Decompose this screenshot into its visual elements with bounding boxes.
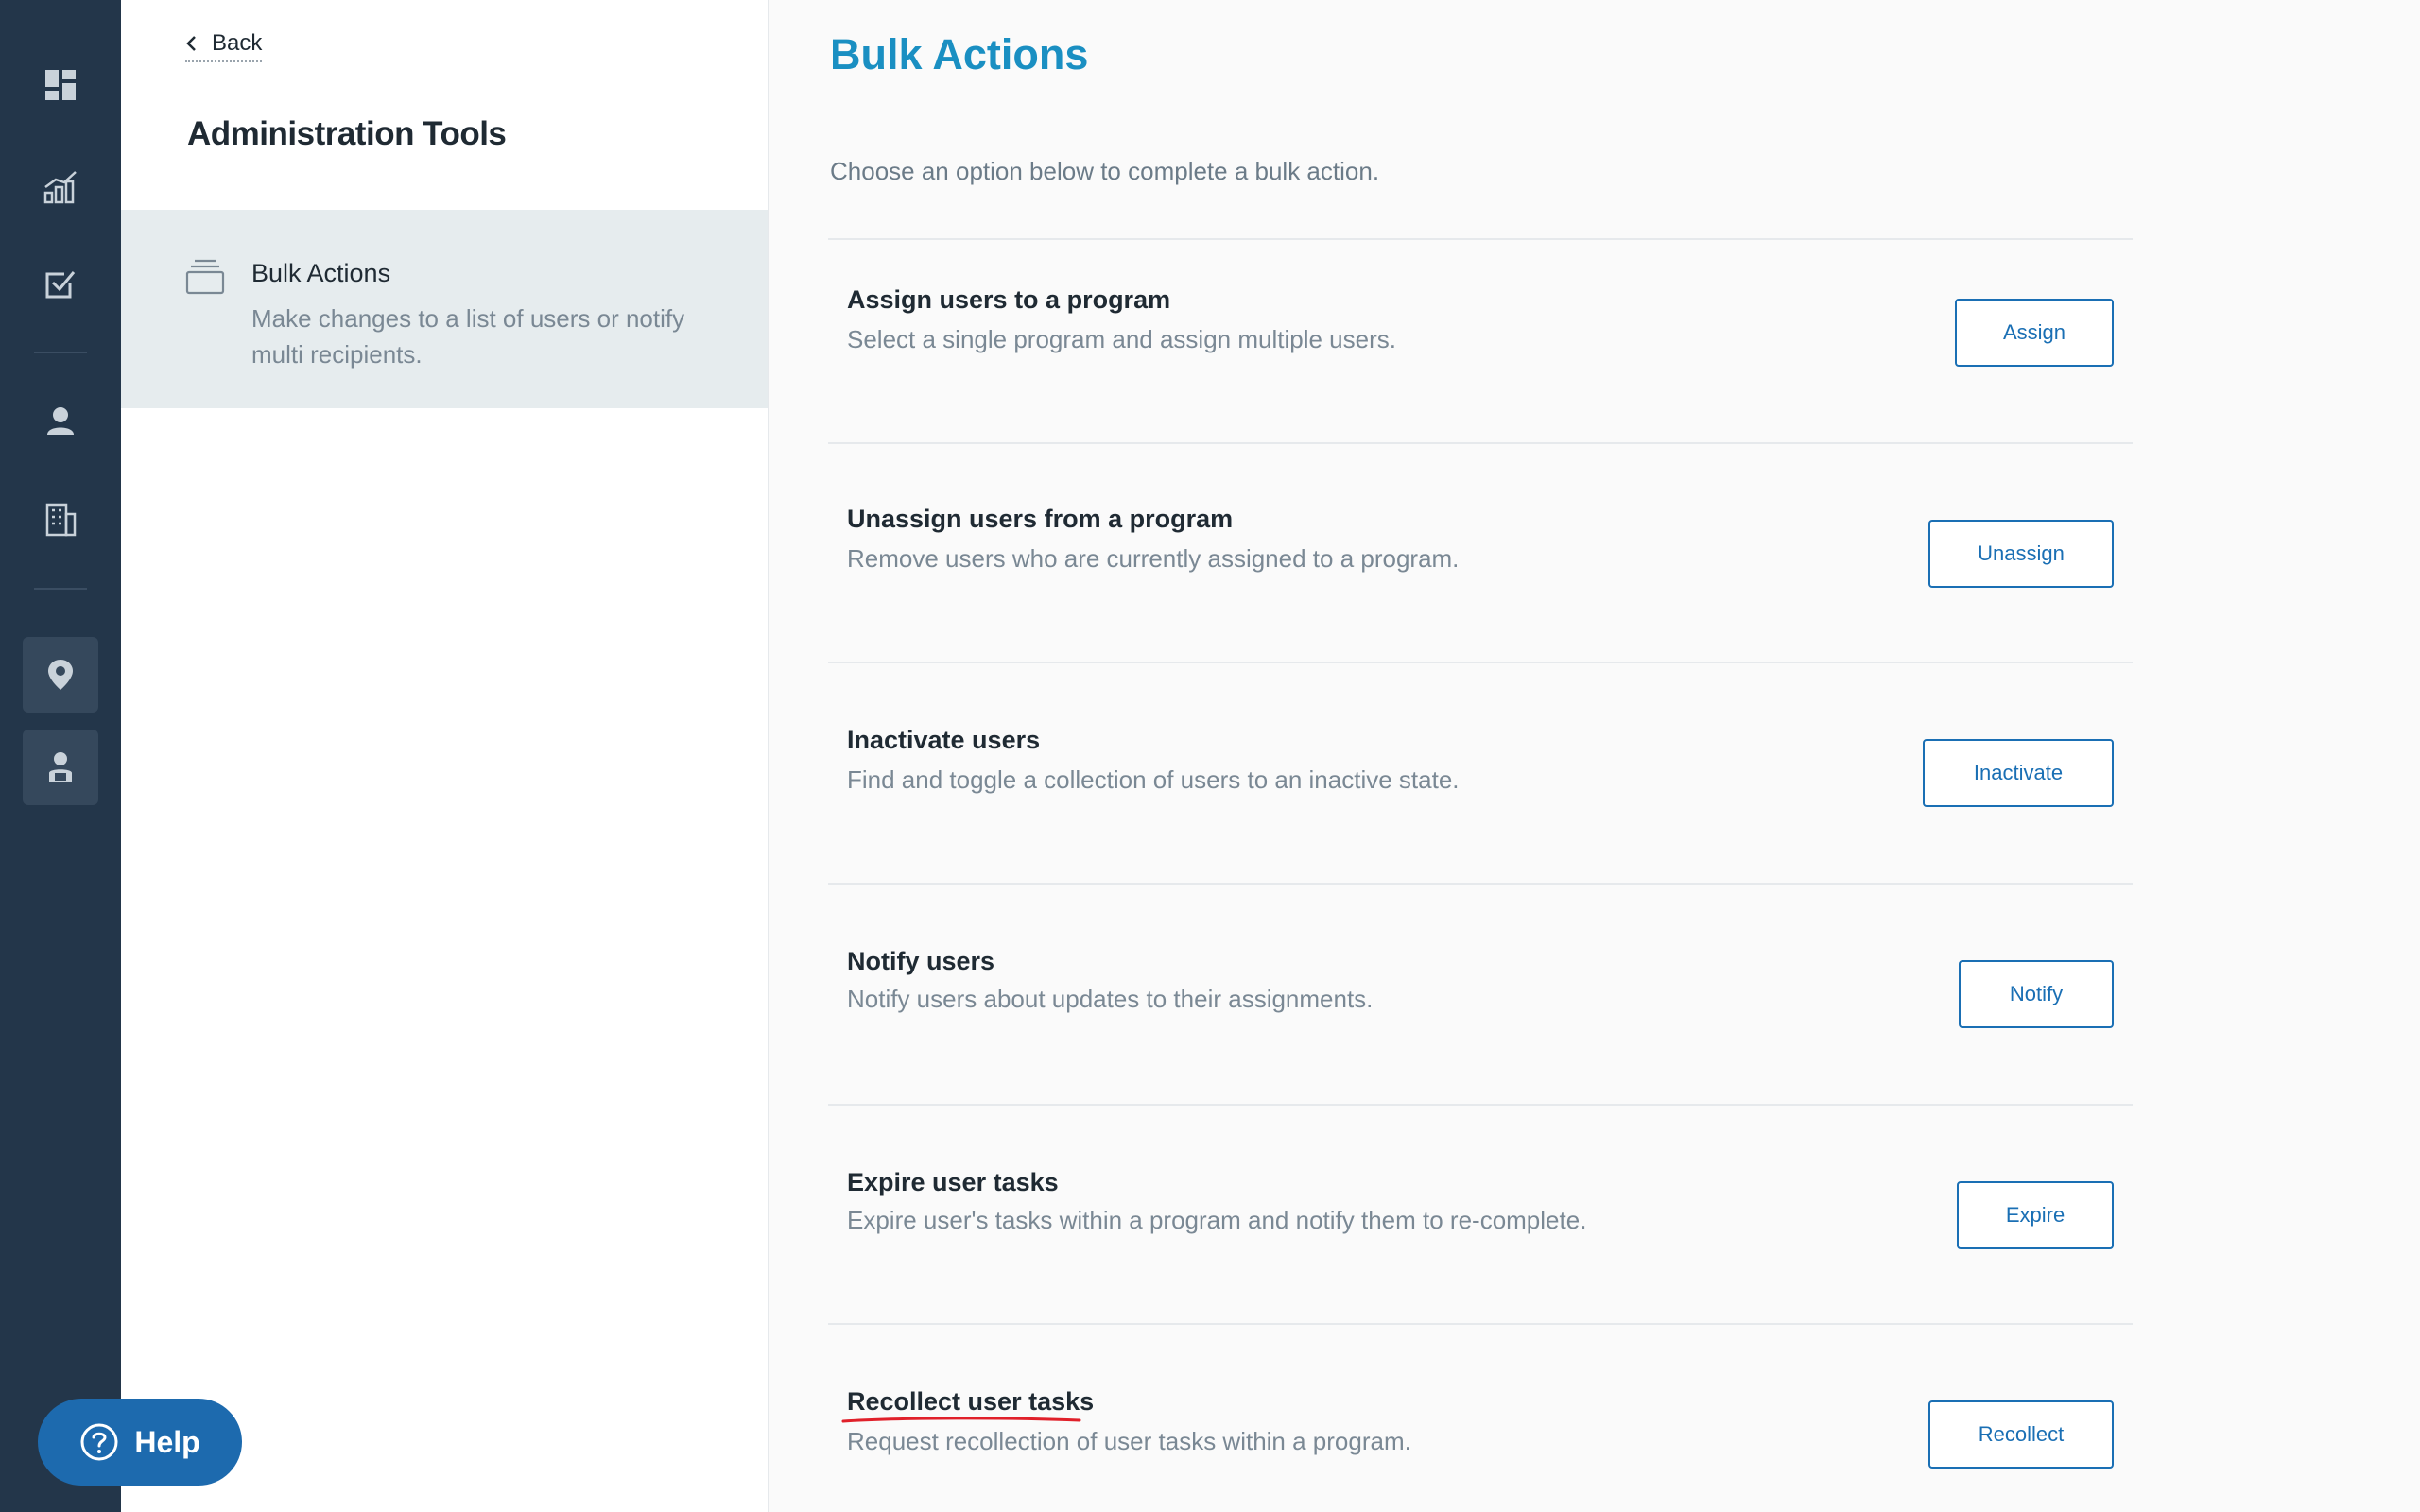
action-description: Notify users about updates to their assi… — [847, 985, 1374, 1013]
action-row-recollect: Recollect user tasks Request recollectio… — [828, 1323, 2133, 1512]
action-row-inactivate: Inactivate users Find and toggle a colle… — [828, 662, 2133, 883]
admin-tools-panel: Back Administration Tools Bulk Actions M… — [121, 0, 769, 1512]
action-title: Inactivate users — [847, 726, 1041, 754]
rail-divider — [34, 352, 87, 353]
expire-button[interactable]: Expire — [1957, 1181, 2114, 1249]
action-title: Unassign users from a program — [847, 505, 1234, 533]
annotation-underline — [841, 1417, 1081, 1423]
action-description: Request recollection of user tasks withi… — [847, 1427, 1411, 1455]
page-title: Bulk Actions — [830, 30, 1089, 78]
building-icon[interactable] — [0, 482, 121, 558]
location-icon[interactable] — [23, 637, 98, 713]
icon-rail — [0, 0, 121, 1512]
action-row-assign: Assign users to a program Select a singl… — [828, 238, 2133, 444]
action-description: Find and toggle a collection of users to… — [847, 765, 1460, 794]
action-row-unassign: Unassign users from a program Remove use… — [828, 442, 2133, 662]
action-description: Select a single program and assign multi… — [847, 325, 1396, 353]
back-label: Back — [212, 30, 263, 56]
dashboard-icon[interactable] — [0, 47, 121, 123]
action-description: Expire user's tasks within a program and… — [847, 1206, 1587, 1234]
main-content: Bulk Actions Choose an option below to c… — [771, 0, 2420, 1512]
admin-icon[interactable] — [23, 730, 98, 805]
action-title: Notify users — [847, 947, 995, 975]
panel-title: Administration Tools — [187, 115, 507, 152]
action-description: Remove users who are currently assigned … — [847, 544, 1460, 573]
recollect-button[interactable]: Recollect — [1928, 1400, 2114, 1469]
unassign-button[interactable]: Unassign — [1928, 520, 2114, 588]
user-icon[interactable] — [0, 384, 121, 459]
help-button[interactable]: Help — [38, 1399, 242, 1486]
back-link[interactable]: Back — [185, 30, 263, 62]
nav-item-description: Make changes to a list of users or notif… — [251, 304, 685, 369]
question-circle-icon — [80, 1423, 118, 1461]
nav-item-bulk-actions[interactable]: Bulk Actions Make changes to a list of u… — [121, 210, 768, 408]
rail-divider — [34, 588, 87, 590]
action-row-notify: Notify users Notify users about updates … — [828, 883, 2133, 1104]
analytics-icon[interactable] — [0, 149, 121, 225]
assign-button[interactable]: Assign — [1955, 299, 2114, 367]
chevron-left-icon — [186, 36, 196, 51]
notify-button[interactable]: Notify — [1959, 960, 2114, 1028]
tasks-icon[interactable] — [0, 246, 121, 321]
action-row-expire: Expire user tasks Expire user's tasks wi… — [828, 1104, 2133, 1323]
action-title: Recollect user tasks — [847, 1387, 1095, 1416]
stack-icon — [185, 259, 225, 295]
help-label: Help — [134, 1424, 200, 1459]
inactivate-button[interactable]: Inactivate — [1923, 739, 2114, 807]
nav-item-label: Bulk Actions — [251, 259, 391, 287]
action-title: Expire user tasks — [847, 1168, 1059, 1196]
action-title: Assign users to a program — [847, 285, 1171, 314]
intro-text: Choose an option below to complete a bul… — [830, 157, 1380, 185]
